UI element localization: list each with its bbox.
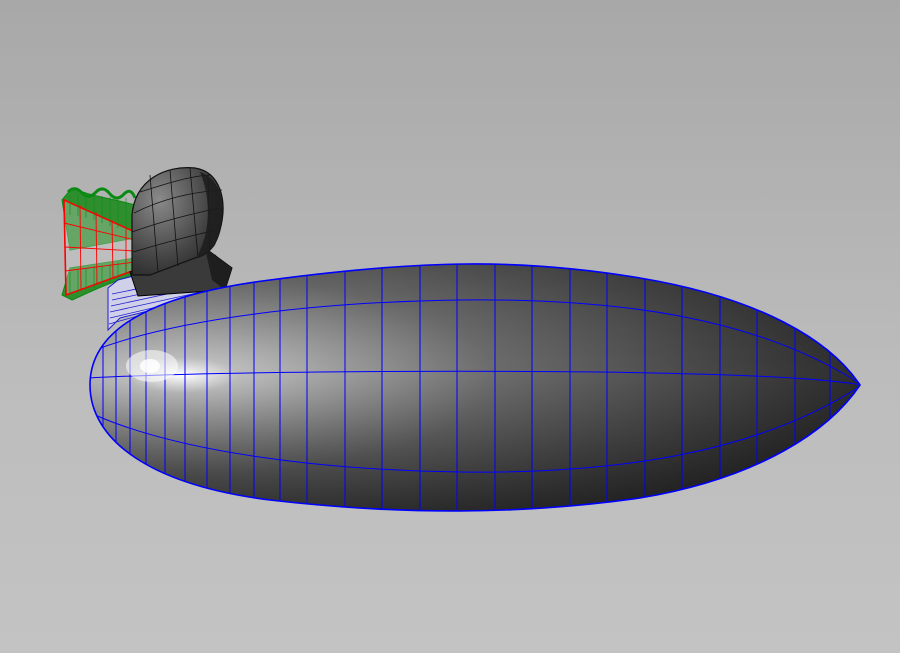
scene-render	[0, 0, 900, 653]
3d-viewport[interactable]	[0, 0, 900, 653]
